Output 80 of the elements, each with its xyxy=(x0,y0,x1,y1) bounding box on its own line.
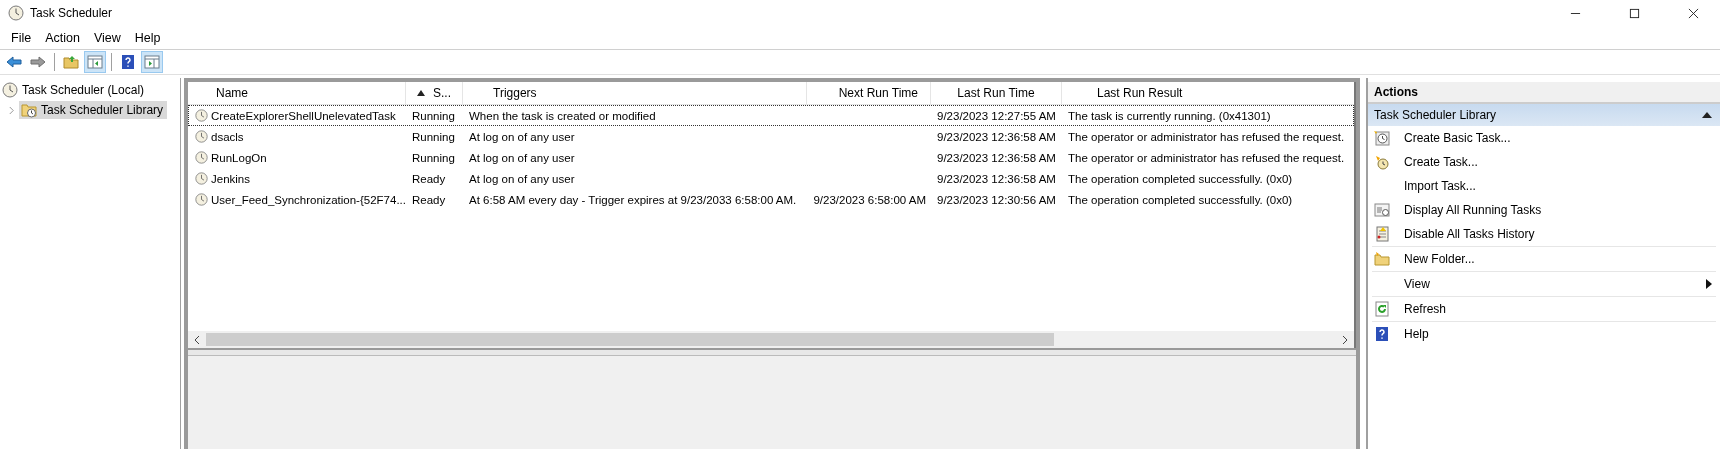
folder-icon xyxy=(63,54,79,70)
column-header[interactable]: S... xyxy=(406,82,463,104)
forward-arrow-icon xyxy=(30,54,46,70)
window-title: Task Scheduler xyxy=(30,6,113,20)
refresh-icon xyxy=(1374,301,1390,317)
section-header[interactable]: Task Scheduler Library xyxy=(1368,104,1720,126)
menu-item[interactable]: Help xyxy=(127,28,168,47)
table-cell: 9/23/2023 12:27:55 AM xyxy=(937,109,1056,122)
clock-icon xyxy=(195,130,208,143)
actions-pane-link[interactable]: Create Basic Task... xyxy=(1372,126,1716,150)
actions-pane-link[interactable]: New Folder... xyxy=(1372,247,1716,271)
table-cell: 9/23/2023 12:36:58 AM xyxy=(937,172,1056,185)
tree-item[interactable]: Task Scheduler (Local) xyxy=(0,81,149,99)
menu-item[interactable]: Action xyxy=(38,28,87,47)
table-cell: The operation completed successfully. (0x0) xyxy=(1068,193,1293,206)
actions-pane-link[interactable]: Import Task... xyxy=(1372,174,1716,198)
back-arrow-icon xyxy=(6,54,22,70)
column-header[interactable]: Last Run Result xyxy=(1062,82,1354,104)
menu-item[interactable]: File xyxy=(4,28,39,47)
table-cell: Jenkins xyxy=(211,172,250,185)
actions-pane-link[interactable]: Create Task... xyxy=(1372,150,1716,174)
table-cell: Running xyxy=(412,151,455,164)
column-header[interactable]: Triggers xyxy=(463,82,807,104)
actions-pane-link[interactable]: Help xyxy=(1372,322,1716,346)
table-cell: The task is currently running. (0x41301) xyxy=(1068,109,1271,122)
scroll-left-icon[interactable] xyxy=(193,334,201,345)
clock-icon xyxy=(195,172,208,185)
table-cell: When the task is created or modified xyxy=(469,109,656,122)
table-cell: At log on of any user xyxy=(469,172,575,185)
scroll-right-icon[interactable] xyxy=(1341,334,1349,345)
table-cell: The operator or administrator has refused the request. xyxy=(1068,151,1345,164)
close-icon[interactable] xyxy=(1688,7,1699,19)
column-header[interactable]: Name xyxy=(188,82,406,104)
table-cell: CreateExplorerShellUnelevatedTask xyxy=(211,109,396,122)
actions-pane-link[interactable]: Disable All Tasks History xyxy=(1372,222,1716,246)
scrollbar-thumb[interactable] xyxy=(206,333,1054,346)
table-cell: Running xyxy=(412,130,455,143)
clock-sparkle-icon xyxy=(1374,154,1390,170)
maximize-icon[interactable] xyxy=(1629,7,1640,19)
pane-icon xyxy=(144,54,160,70)
column-header[interactable]: Next Run Time xyxy=(807,82,931,104)
table-cell: dsacls xyxy=(211,130,244,143)
table-cell: Ready xyxy=(412,172,446,185)
clock-icon xyxy=(2,82,18,98)
table-cell: Ready xyxy=(412,193,446,206)
folder-icon xyxy=(1374,251,1390,267)
help-icon xyxy=(120,54,136,70)
actions-pane-link[interactable]: Refresh xyxy=(1372,297,1716,321)
table-cell: At 6:58 AM every day - Trigger expires at 9/23/2033 6:58:00 AM. xyxy=(469,193,797,206)
pane-icon xyxy=(87,54,103,70)
tree-item[interactable]: Task Scheduler Library xyxy=(19,101,168,119)
column-header[interactable]: Last Run Time xyxy=(931,82,1062,104)
table-cell: 9/23/2023 12:36:58 AM xyxy=(937,151,1056,164)
table-cell: At log on of any user xyxy=(469,151,575,164)
log-icon xyxy=(1374,226,1390,242)
list-clock-icon xyxy=(1374,202,1390,218)
menu-item[interactable]: View xyxy=(86,28,128,47)
actions-pane-link[interactable]: View xyxy=(1372,272,1716,296)
table-cell: Running xyxy=(412,109,455,122)
table-cell: 9/23/2023 12:30:56 AM xyxy=(937,193,1056,206)
help-icon xyxy=(1374,326,1390,342)
table-cell: The operation completed successfully. (0x0) xyxy=(1068,172,1293,185)
clock-icon xyxy=(195,193,208,206)
horizontal-scrollbar[interactable] xyxy=(188,331,1354,348)
clock-icon xyxy=(8,5,24,21)
clock-sparkle-icon xyxy=(1374,130,1390,146)
clock-icon xyxy=(195,109,208,122)
clock-icon xyxy=(195,151,208,164)
table-cell: User_Feed_Synchronization-{52F74... xyxy=(211,193,406,206)
table-cell: RunLogOn xyxy=(211,151,267,164)
actions-header: Actions xyxy=(1368,82,1720,104)
collapse-icon[interactable] xyxy=(1702,112,1712,118)
folder-clock-icon xyxy=(21,102,37,118)
actions-pane-link[interactable]: Display All Running Tasks xyxy=(1372,198,1716,222)
submenu-arrow-icon xyxy=(1706,279,1712,289)
table-cell: The operator or administrator has refused the request. xyxy=(1068,130,1345,143)
table-cell: At log on of any user xyxy=(469,130,575,143)
table-cell: 9/23/2023 12:36:58 AM xyxy=(937,130,1056,143)
table-cell: 9/23/2023 6:58:00 AM xyxy=(813,193,926,206)
sort-up-icon xyxy=(417,90,425,96)
